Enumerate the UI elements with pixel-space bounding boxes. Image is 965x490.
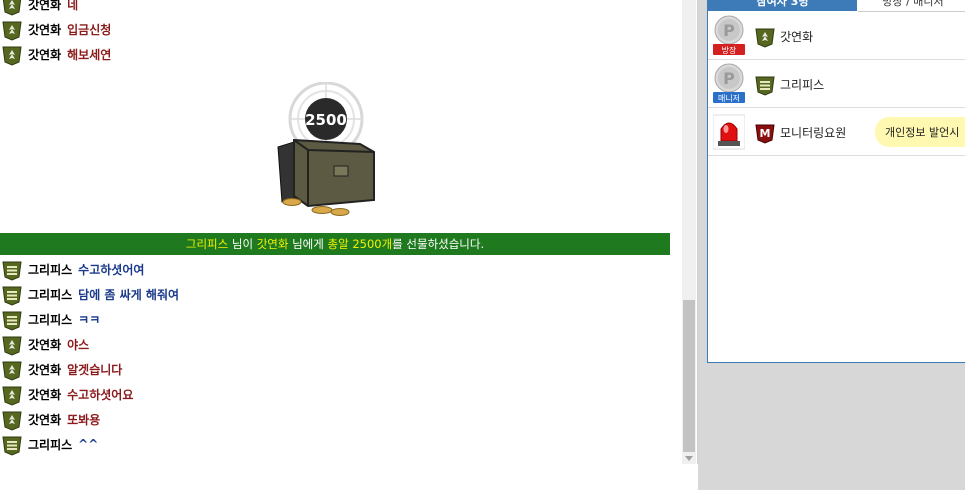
chat-message: 갓연화 또봐용	[0, 408, 101, 431]
chat-message: 갓연화 입금신청	[0, 18, 112, 41]
chat-message: 그리피스 ㅋㅋ	[0, 308, 101, 331]
role-badge: 방장	[722, 45, 737, 55]
chat-nickname[interactable]: 갓연화	[28, 46, 61, 63]
gift-amount: 2500	[305, 111, 347, 129]
tab-managers[interactable]: 방장 / 매니저	[858, 0, 965, 12]
user-list-item[interactable]: P 매니저 그리피스	[708, 60, 965, 108]
rank-green-icon	[755, 28, 775, 48]
ammo-box-gift-icon: 2500	[277, 82, 375, 216]
chat-text: ㅋㅋ	[78, 312, 101, 327]
svg-text:P: P	[723, 21, 735, 40]
chat-nickname[interactable]: 갓연화	[28, 361, 61, 378]
user-list-item[interactable]: M 모니터링요원 개인정보 발언시	[708, 108, 965, 156]
chat-text: 해보세연	[67, 47, 112, 62]
rank-green-icon	[2, 46, 22, 66]
chat-message: 갓연화 해보세연	[0, 43, 112, 66]
gift-text: 를 선물하셨습니다.	[392, 237, 485, 251]
gift-sender[interactable]: 그리피스	[186, 236, 228, 252]
rank-green-icon	[2, 386, 22, 406]
chat-text: 입금신청	[67, 22, 112, 37]
chat-text: 수고하셧어요	[67, 387, 134, 402]
rank-green-icon	[2, 336, 22, 356]
user-name[interactable]: 모니터링요원	[780, 124, 846, 141]
rank-green-icon	[2, 0, 22, 16]
chat-text: 또봐용	[67, 412, 101, 427]
svg-text:M: M	[760, 127, 771, 140]
gift-text: 님에게	[292, 237, 324, 251]
warning-tooltip: 개인정보 발언시	[875, 117, 965, 147]
p-icon: P 방장	[713, 15, 745, 55]
chat-text: 네	[67, 0, 79, 12]
chat-nickname[interactable]: 그리피스	[28, 286, 72, 303]
scrollbar-thumb[interactable]	[683, 300, 695, 452]
rank-green-icon	[2, 411, 22, 431]
rank-stripe-icon	[2, 261, 22, 281]
chat-message: 갓연화 네	[0, 0, 79, 16]
chat-message: 그리피스 수고하셧어여	[0, 258, 145, 281]
user-list-sidebar: 참여자 3명 방장 / 매니저 P 방장 갓연화 P 매니저 그리피스 M 모니…	[698, 0, 965, 490]
chat-scrollbar[interactable]	[682, 0, 696, 464]
chat-nickname[interactable]: 그리피스	[28, 311, 72, 328]
rank-green-icon	[2, 21, 22, 41]
tab-participants[interactable]: 참여자 3명	[708, 0, 857, 11]
rank-stripe-icon	[2, 436, 22, 456]
rank-stripe-icon	[2, 286, 22, 306]
m-badge-icon: M	[755, 124, 775, 144]
chat-area: 갓연화 네 갓연화 입금신청 갓연화 해보세연 2500 그리피스 님이 갓연화…	[0, 0, 680, 462]
gift-receiver[interactable]: 갓연화	[257, 236, 289, 252]
chat-nickname[interactable]: 갓연화	[28, 336, 61, 353]
p-icon: P 매니저	[713, 63, 745, 103]
chat-nickname[interactable]: 갓연화	[28, 0, 61, 13]
scroll-down-arrow-icon[interactable]	[685, 456, 693, 461]
chat-message: 갓연화 수고하셧어요	[0, 383, 134, 406]
gift-text: 님이	[231, 237, 254, 251]
user-name[interactable]: 그리피스	[780, 76, 824, 93]
chat-text: 수고하셧어여	[78, 262, 145, 277]
rank-stripe-icon	[755, 76, 775, 96]
chat-nickname[interactable]: 갓연화	[28, 21, 61, 38]
chat-message: 갓연화 알겟습니다	[0, 358, 123, 381]
chat-nickname[interactable]: 갓연화	[28, 386, 61, 403]
chat-text: ^^	[78, 437, 99, 451]
rank-stripe-icon	[2, 311, 22, 331]
user-list-panel: 참여자 3명 방장 / 매니저 P 방장 갓연화 P 매니저 그리피스 M 모니…	[707, 0, 965, 363]
chat-message: 그리피스 담에 좀 싸게 해줘여	[0, 283, 180, 306]
role-badge: 매니저	[718, 93, 740, 103]
chat-message: 그리피스 ^^	[0, 433, 99, 456]
svg-text:P: P	[723, 69, 735, 88]
chat-message: 갓연화 야스	[0, 333, 90, 356]
gift-item: 총알 2500개	[327, 237, 393, 251]
gift-notification-banner: 그리피스 님이 갓연화 님에게 총알 2500개 를 선물하셨습니다.	[0, 233, 670, 255]
chat-nickname[interactable]: 갓연화	[28, 411, 61, 428]
chat-text: 야스	[67, 337, 90, 352]
chat-text: 담에 좀 싸게 해줘여	[78, 287, 180, 302]
rank-green-icon	[2, 361, 22, 381]
chat-text: 알겟습니다	[67, 362, 123, 377]
user-name[interactable]: 갓연화	[780, 28, 813, 45]
chat-nickname[interactable]: 그리피스	[28, 261, 72, 278]
user-list-item[interactable]: P 방장 갓연화	[708, 12, 965, 60]
siren-icon	[713, 114, 745, 150]
chat-nickname[interactable]: 그리피스	[28, 436, 72, 453]
